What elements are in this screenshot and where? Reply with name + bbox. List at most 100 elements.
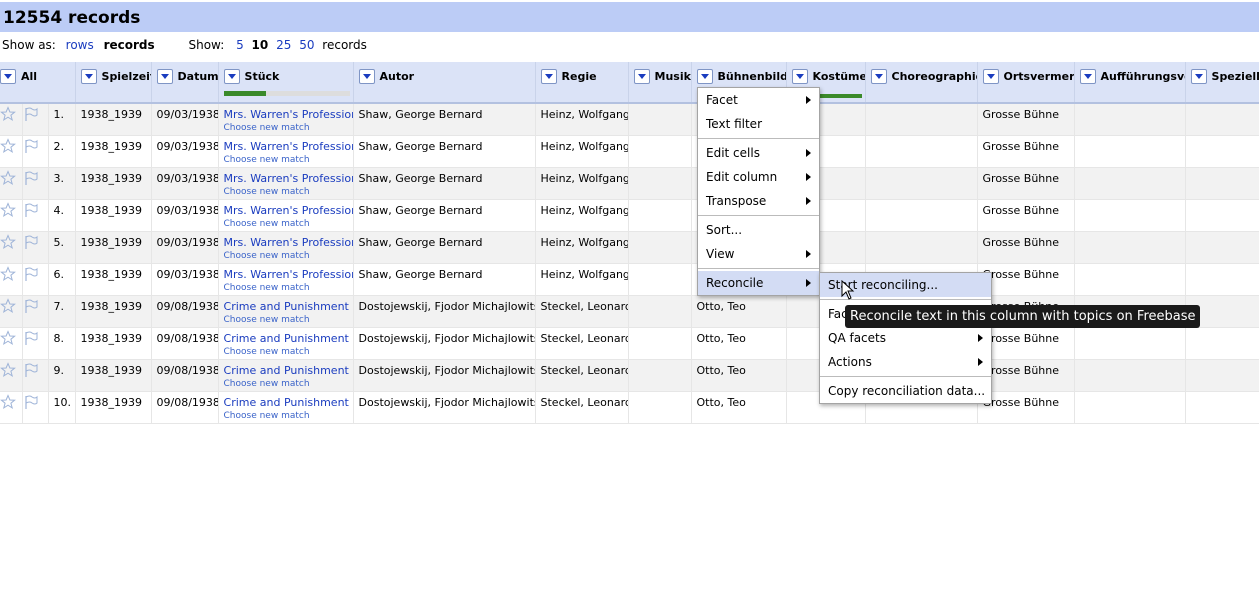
cell-musik[interactable]: [628, 263, 692, 296]
reconciled-match-link[interactable]: Mrs. Warren's Profession: [224, 140, 353, 153]
cell-datum[interactable]: 09/08/1938: [151, 295, 219, 328]
cell-regie[interactable]: Heinz, Wolfgang: [535, 199, 629, 232]
star-icon[interactable]: [0, 391, 23, 424]
cell-choreographie[interactable]: [865, 231, 978, 264]
flag-icon[interactable]: [22, 199, 49, 232]
page-size-50[interactable]: 50: [299, 38, 314, 52]
column-header-stuck[interactable]: Stück: [218, 62, 354, 104]
star-icon[interactable]: [0, 167, 23, 200]
reconciled-match-link[interactable]: Mrs. Warren's Profession: [224, 172, 353, 185]
flag-icon[interactable]: [22, 167, 49, 200]
menu-item-edit-cells[interactable]: Edit cells: [698, 141, 819, 165]
column-header-ortsvermerk[interactable]: Ortsvermerk: [977, 62, 1075, 104]
cell-spielzeit[interactable]: 1938_1939: [75, 295, 152, 328]
menu-item-view[interactable]: View: [698, 242, 819, 266]
cell-auffuhrungsver[interactable]: [1074, 103, 1186, 136]
cell-musik[interactable]: [628, 199, 692, 232]
cell-stuck[interactable]: Crime and Punishment Choose new match: [218, 327, 354, 360]
cell-spezielle[interactable]: [1185, 103, 1259, 136]
menu-item-copy-reconciliation[interactable]: Copy reconciliation data...: [820, 379, 991, 403]
cell-spielzeit[interactable]: 1938_1939: [75, 359, 152, 392]
cell-stuck[interactable]: Mrs. Warren's Profession Choose new match: [218, 167, 354, 200]
cell-autor[interactable]: Shaw, George Bernard: [353, 199, 536, 232]
cell-datum[interactable]: 09/08/1938: [151, 391, 219, 424]
cell-buhnenbild[interactable]: Otto, Teo: [691, 327, 787, 360]
star-icon[interactable]: [0, 263, 23, 296]
flag-icon[interactable]: [22, 103, 49, 136]
cell-autor[interactable]: Dostojewskij, Fjodor Michajlowitsch: [353, 295, 536, 328]
column-header-auffuhrungsver[interactable]: Aufführungsver: [1074, 62, 1186, 104]
chevron-down-icon[interactable]: [540, 69, 557, 84]
star-icon[interactable]: [0, 135, 23, 168]
cell-autor[interactable]: Dostojewskij, Fjodor Michajlowitsch: [353, 359, 536, 392]
chevron-down-icon[interactable]: [156, 69, 173, 84]
cell-choreographie[interactable]: [865, 103, 978, 136]
chevron-down-icon[interactable]: [358, 69, 375, 84]
cell-spezielle[interactable]: [1185, 167, 1259, 200]
chevron-down-icon[interactable]: [982, 69, 999, 84]
cell-autor[interactable]: Shaw, George Bernard: [353, 103, 536, 136]
cell-musik[interactable]: [628, 231, 692, 264]
cell-regie[interactable]: Steckel, Leonard: [535, 295, 629, 328]
cell-buhnenbild[interactable]: Otto, Teo: [691, 391, 787, 424]
cell-datum[interactable]: 09/03/1938: [151, 167, 219, 200]
cell-buhnenbild[interactable]: Otto, Teo: [691, 295, 787, 328]
cell-regie[interactable]: Heinz, Wolfgang: [535, 167, 629, 200]
cell-musik[interactable]: [628, 359, 692, 392]
page-size-25[interactable]: 25: [276, 38, 291, 52]
cell-auffuhrungsver[interactable]: [1074, 231, 1186, 264]
cell-buhnenbild[interactable]: Otto, Teo: [691, 359, 787, 392]
cell-spielzeit[interactable]: 1938_1939: [75, 103, 152, 136]
cell-autor[interactable]: Shaw, George Bernard: [353, 167, 536, 200]
column-header-spielzeit[interactable]: Spielzeit: [75, 62, 152, 104]
cell-stuck[interactable]: Mrs. Warren's Profession Choose new match: [218, 199, 354, 232]
menu-item-qa-facets[interactable]: QA facets: [820, 326, 991, 350]
flag-icon[interactable]: [22, 231, 49, 264]
cell-ortsvermerk[interactable]: Grosse Bühne: [977, 199, 1075, 232]
cell-stuck[interactable]: Mrs. Warren's Profession Choose new match: [218, 135, 354, 168]
column-header-choreographie[interactable]: Choreographie: [865, 62, 978, 104]
star-icon[interactable]: [0, 103, 23, 136]
cell-stuck[interactable]: Mrs. Warren's Profession Choose new match: [218, 263, 354, 296]
cell-spielzeit[interactable]: 1938_1939: [75, 231, 152, 264]
cell-spielzeit[interactable]: 1938_1939: [75, 327, 152, 360]
cell-musik[interactable]: [628, 295, 692, 328]
cell-choreographie[interactable]: [865, 135, 978, 168]
reconciled-match-link[interactable]: Crime and Punishment: [224, 396, 353, 409]
cell-ortsvermerk[interactable]: Grosse Bühne: [977, 135, 1075, 168]
flag-icon[interactable]: [22, 135, 49, 168]
choose-new-match-link[interactable]: Choose new match: [224, 315, 353, 325]
chevron-down-icon[interactable]: [696, 69, 713, 84]
cell-musik[interactable]: [628, 103, 692, 136]
cell-regie[interactable]: Steckel, Leonard: [535, 359, 629, 392]
cell-auffuhrungsver[interactable]: [1074, 167, 1186, 200]
cell-musik[interactable]: [628, 391, 692, 424]
cell-spielzeit[interactable]: 1938_1939: [75, 167, 152, 200]
cell-musik[interactable]: [628, 327, 692, 360]
cell-spielzeit[interactable]: 1938_1939: [75, 199, 152, 232]
cell-regie[interactable]: Heinz, Wolfgang: [535, 231, 629, 264]
cell-datum[interactable]: 09/03/1938: [151, 199, 219, 232]
star-icon[interactable]: [0, 359, 23, 392]
choose-new-match-link[interactable]: Choose new match: [224, 283, 353, 293]
cell-spezielle[interactable]: [1185, 231, 1259, 264]
cell-spezielle[interactable]: [1185, 359, 1259, 392]
chevron-down-icon[interactable]: [791, 69, 808, 84]
cell-datum[interactable]: 09/03/1938: [151, 135, 219, 168]
star-icon[interactable]: [0, 199, 23, 232]
view-records-selected[interactable]: records: [104, 38, 155, 52]
flag-icon[interactable]: [22, 391, 49, 424]
menu-item-facet[interactable]: Facet: [698, 88, 819, 112]
choose-new-match-link[interactable]: Choose new match: [224, 187, 353, 197]
star-icon[interactable]: [0, 231, 23, 264]
cell-spielzeit[interactable]: 1938_1939: [75, 135, 152, 168]
cell-regie[interactable]: Heinz, Wolfgang: [535, 135, 629, 168]
cell-spezielle[interactable]: [1185, 391, 1259, 424]
cell-musik[interactable]: [628, 167, 692, 200]
chevron-down-icon[interactable]: [80, 69, 97, 84]
cell-stuck[interactable]: Mrs. Warren's Profession Choose new match: [218, 231, 354, 264]
cell-datum[interactable]: 09/08/1938: [151, 359, 219, 392]
cell-auffuhrungsver[interactable]: [1074, 327, 1186, 360]
choose-new-match-link[interactable]: Choose new match: [224, 123, 353, 133]
cell-spezielle[interactable]: [1185, 135, 1259, 168]
